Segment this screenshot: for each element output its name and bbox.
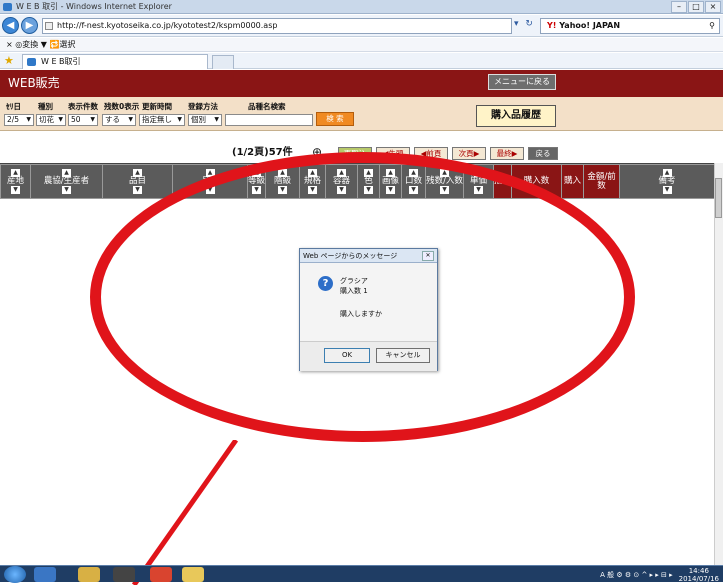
- close-button[interactable]: ×: [705, 1, 721, 13]
- new-tab-button[interactable]: [212, 55, 234, 69]
- column-label-producer: 農協/生産者: [43, 176, 90, 186]
- favorites-star-icon[interactable]: ★: [4, 54, 14, 67]
- confirm-dialog: Web ページからのメッセージ ✕ ? グラシア 購入数 1 購入しますか OK…: [299, 248, 438, 371]
- column-label-item: 品目: [128, 176, 146, 186]
- back-to-menu-button[interactable]: メニューに戻る: [488, 74, 556, 90]
- annotation-pointer-line: [131, 440, 239, 585]
- column-header-area[interactable]: ▲ 産地 ▼: [0, 164, 31, 199]
- start-button[interactable]: [4, 566, 26, 583]
- address-text: http://f-nest.kyotoseika.co.jp/kyototest…: [57, 21, 278, 30]
- dropdown-icon[interactable]: ▾: [514, 19, 519, 29]
- forward-button[interactable]: ▶: [21, 17, 38, 34]
- minimize-button[interactable]: –: [671, 1, 687, 13]
- maximize-button[interactable]: □: [688, 1, 704, 13]
- ie-icon: [3, 3, 12, 11]
- app-title: WEB販売: [8, 76, 60, 90]
- sort-desc-icon[interactable]: ▼: [62, 186, 71, 194]
- label-auction-date: ｾﾘ日: [6, 102, 21, 111]
- window-title: W E B 取引 - Windows Internet Explorer: [16, 2, 172, 11]
- clock-date: 2014/07/16: [678, 574, 719, 583]
- system-tray: A 般 ⚙ ⚙ ⊙ ^ ▸ ▸ ⊟ ▸ 14:46 2014/07/16: [600, 566, 719, 583]
- column-header-amount: 金額/前数: [583, 164, 620, 199]
- label-update-time: 更新時間: [142, 102, 172, 111]
- taskbar: A 般 ⚙ ⚙ ⊙ ^ ▸ ▸ ⊟ ▸ 14:46 2014/07/16: [0, 565, 723, 583]
- column-header-item[interactable]: ▲ 品目 ▼: [102, 164, 173, 199]
- dialog-quantity: 購入数 1: [340, 287, 368, 295]
- back-button[interactable]: ◀: [2, 17, 19, 34]
- purchase-history-button[interactable]: 購入品履歴: [476, 105, 556, 127]
- refresh-icon[interactable]: ↻: [525, 19, 533, 29]
- app-header: WEB販売 メニューに戻る: [0, 70, 723, 97]
- window-controls: – □ ×: [671, 1, 721, 13]
- vertical-scrollbar[interactable]: [714, 163, 723, 565]
- taskbar-ie-icon[interactable]: [34, 567, 56, 582]
- select-display-count[interactable]: 50 ▼: [68, 114, 98, 126]
- label-display-count: 表示件数: [68, 102, 98, 111]
- dialog-button-area: OK キャンセル: [300, 341, 437, 371]
- last-page-button[interactable]: 最終▶: [490, 147, 524, 160]
- dialog-title-text: Web ページからのメッセージ: [303, 252, 398, 260]
- taskbar-chrome-icon[interactable]: [150, 567, 172, 582]
- command-bar-text[interactable]: × ◎変換 ▼ 🔁選択: [6, 40, 75, 49]
- browser-tab-active[interactable]: W E B取引: [22, 54, 208, 69]
- column-header-producer[interactable]: ▲ 農協/生産者 ▼: [30, 164, 103, 199]
- favorites-bar: ★ W E B取引: [0, 53, 723, 69]
- column-header-buy: 購入: [561, 164, 584, 199]
- select-update-time[interactable]: 指定無し ▼: [139, 114, 185, 126]
- label-variety-search: 品種名検索: [248, 102, 286, 111]
- return-button[interactable]: 戻る: [528, 147, 558, 160]
- page-icon: [45, 22, 53, 30]
- clock-time: 14:46: [688, 566, 709, 575]
- search-provider: Yahoo! JAPAN: [559, 21, 621, 30]
- taskbar-folder-icon[interactable]: [182, 567, 204, 582]
- command-bar: × ◎変換 ▼ 🔁選択: [0, 38, 723, 52]
- cancel-button[interactable]: キャンセル: [376, 348, 430, 363]
- column-label-buy: 購入: [563, 176, 581, 186]
- yahoo-icon: Y!: [547, 21, 557, 30]
- select-zero-stock[interactable]: する ▼: [102, 114, 136, 126]
- address-bar[interactable]: http://f-nest.kyotoseika.co.jp/kyototest…: [42, 18, 512, 34]
- column-label-area: 産地: [6, 176, 24, 186]
- search-button[interactable]: 検 索: [316, 112, 354, 126]
- tray-icons[interactable]: A 般 ⚙ ⚙ ⊙ ^ ▸ ▸ ⊟ ▸: [600, 570, 673, 580]
- tab-ie-icon: [27, 58, 36, 66]
- taskbar-app-icon[interactable]: [113, 567, 135, 582]
- select-registration[interactable]: 個別 ▼: [188, 114, 222, 126]
- label-registration: 登録方法: [188, 102, 218, 111]
- tab-label: W E B取引: [41, 57, 81, 66]
- clock[interactable]: 14:46 2014/07/16: [679, 567, 719, 583]
- label-zero-stock: 残数0表示: [104, 102, 140, 111]
- label-type: 種別: [38, 102, 53, 111]
- window-title-bar: W E B 取引 - Windows Internet Explorer: [0, 0, 723, 14]
- scrollbar-thumb[interactable]: [715, 178, 722, 218]
- search-icon[interactable]: ⚲: [709, 19, 715, 33]
- sort-desc-icon[interactable]: ▼: [133, 186, 142, 194]
- sort-desc-icon[interactable]: ▼: [11, 186, 20, 194]
- taskbar-explorer-icon[interactable]: [78, 567, 100, 582]
- variety-search-input[interactable]: [225, 114, 313, 126]
- dialog-close-button[interactable]: ✕: [422, 251, 434, 261]
- column-label-note: 備考: [658, 176, 676, 186]
- question-icon: ?: [318, 276, 333, 291]
- dialog-title: Web ページからのメッセージ ✕: [300, 249, 437, 263]
- column-label-amount: 金額/前数: [587, 171, 616, 191]
- column-header-note[interactable]: ▲ 備考 ▼: [619, 164, 714, 199]
- select-auction-date[interactable]: 2/5 ▼: [4, 114, 34, 126]
- dialog-variety: グラシア: [340, 277, 368, 285]
- next-page-button[interactable]: 次頁▶: [452, 147, 486, 160]
- search-box[interactable]: Y! Yahoo! JAPAN ⚲: [540, 18, 720, 34]
- dialog-question: 購入しますか: [340, 310, 382, 318]
- ok-button[interactable]: OK: [324, 348, 370, 363]
- select-type[interactable]: 切花 ▼: [36, 114, 66, 126]
- navigation-bar: ◀ ▶ http://f-nest.kyotoseika.co.jp/kyoto…: [0, 15, 723, 37]
- sort-desc-icon[interactable]: ▼: [662, 186, 672, 194]
- filter-bar: ｾﾘ日 種別 表示件数 残数0表示 更新時間 登録方法 品種名検索 2/5 ▼ 切…: [0, 97, 723, 131]
